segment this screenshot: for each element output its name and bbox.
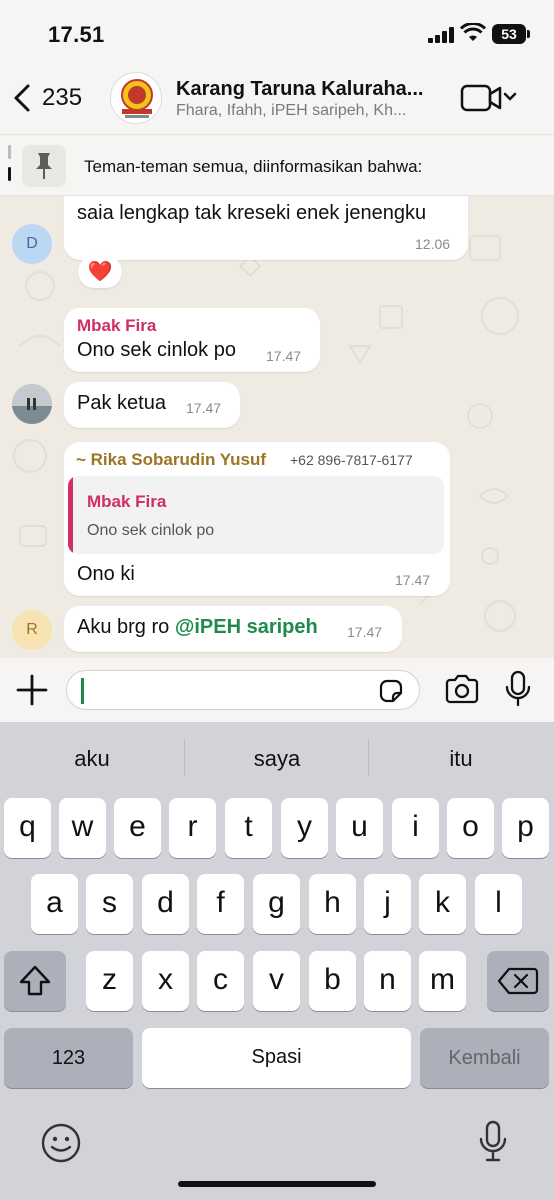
key-r[interactable]: r [169, 798, 216, 858]
key-m[interactable]: m [419, 951, 466, 1011]
group-title[interactable]: Karang Taruna Kaluraha... [176, 78, 436, 101]
group-logo-icon [121, 79, 153, 118]
emoji-icon[interactable] [40, 1122, 82, 1164]
key-d[interactable]: d [142, 874, 189, 934]
battery-icon: 53 [492, 24, 530, 44]
key-f[interactable]: f [197, 874, 244, 934]
backspace-key[interactable] [487, 951, 549, 1011]
quoted-text: Ono sek cinlok po [87, 522, 215, 539]
heart-reaction-icon[interactable]: ❤️ [78, 256, 122, 288]
wifi-icon [460, 23, 486, 41]
shift-icon [19, 965, 51, 996]
key-q[interactable]: q [4, 798, 51, 858]
key-l[interactable]: l [475, 874, 522, 934]
key-a[interactable]: a [31, 874, 78, 934]
key-w[interactable]: w [59, 798, 106, 858]
suggestion-2[interactable]: saya [185, 746, 369, 772]
backspace-icon [497, 967, 539, 995]
keyboard: aku saya itu q w e r t y u i o p a s d f… [0, 722, 554, 1200]
message-time: 17.47 [395, 572, 431, 588]
message-time: 12.06 [415, 236, 451, 252]
microphone-icon[interactable] [504, 670, 532, 708]
message-time: 17.47 [186, 400, 222, 416]
attach-plus-button[interactable] [14, 672, 50, 708]
message-text-prefix: Aku brg ro [77, 616, 175, 638]
key-b[interactable]: b [309, 951, 356, 1011]
message-bubble[interactable]: Pak ketua 17.47 [64, 382, 240, 428]
chat-area[interactable]: D saia lengkap tak kreseki enek jenengku… [0, 196, 554, 658]
numbers-key[interactable]: 123 [4, 1028, 133, 1088]
text-caret [81, 678, 84, 704]
chevron-left-icon [14, 84, 30, 112]
key-u[interactable]: u [336, 798, 383, 858]
key-t[interactable]: t [225, 798, 272, 858]
dictation-mic-icon[interactable] [478, 1120, 508, 1164]
key-n[interactable]: n [364, 951, 411, 1011]
shift-key[interactable] [4, 951, 66, 1011]
message-input[interactable] [66, 670, 420, 710]
quoted-sender: Mbak Fira [87, 492, 167, 511]
chat-header: 235 Karang Taruna Kaluraha... Fhara, Ifa… [0, 64, 554, 134]
message-bubble[interactable]: Mbak Fira Ono sek cinlok po 17.47 [64, 308, 320, 372]
group-avatar[interactable] [110, 72, 162, 124]
message-input-bar [0, 658, 554, 722]
unread-count: 235 [42, 84, 83, 111]
sender-name[interactable]: Mbak Fira [77, 316, 156, 336]
signal-icon [428, 27, 456, 43]
avatar[interactable]: R [12, 610, 52, 650]
pinned-indicator [8, 145, 11, 187]
key-g[interactable]: g [253, 874, 300, 934]
avatar[interactable] [12, 384, 52, 424]
sticker-icon[interactable] [377, 677, 405, 705]
message-text: Ono sek cinlok po [77, 339, 236, 361]
key-s[interactable]: s [86, 874, 133, 934]
avatar[interactable]: D [12, 224, 52, 264]
key-h[interactable]: h [309, 874, 356, 934]
home-indicator [178, 1181, 376, 1187]
camera-icon[interactable] [444, 674, 480, 704]
key-i[interactable]: i [392, 798, 439, 858]
key-x[interactable]: x [142, 951, 189, 1011]
key-v[interactable]: v [253, 951, 300, 1011]
quote-bar [68, 476, 73, 554]
key-j[interactable]: j [364, 874, 411, 934]
sender-phone: +62 896-7817-6177 [290, 452, 413, 468]
key-k[interactable]: k [419, 874, 466, 934]
suggestion-bar: aku saya itu [0, 722, 554, 794]
pinned-message[interactable]: Teman-teman semua, diinformasikan bahwa: [0, 134, 554, 196]
key-e[interactable]: e [114, 798, 161, 858]
message-text: Ono ki [77, 563, 135, 585]
key-c[interactable]: c [197, 951, 244, 1011]
quoted-message[interactable]: Mbak Fira Ono sek cinlok po [68, 476, 444, 554]
return-key[interactable]: Kembali [420, 1028, 549, 1088]
suggestion-3[interactable]: itu [369, 746, 553, 772]
message-time: 17.47 [266, 348, 302, 364]
key-y[interactable]: y [281, 798, 328, 858]
key-o[interactable]: o [447, 798, 494, 858]
status-time: 17.51 [48, 22, 105, 47]
pin-icon [22, 145, 66, 187]
video-call-button[interactable] [458, 82, 520, 114]
message-bubble[interactable]: saia lengkap tak kreseki enek jenengku 1… [64, 196, 468, 260]
back-button[interactable]: 235 [10, 78, 82, 118]
message-bubble[interactable]: Aku brg ro @iPEH saripeh 17.47 [64, 606, 402, 652]
status-bar: 17.51 53 [0, 0, 554, 64]
key-z[interactable]: z [86, 951, 133, 1011]
message-time: 17.47 [347, 624, 383, 640]
message-text: Aku brg ro @iPEH saripeh [77, 616, 318, 639]
group-members: Fhara, Ifahh, iPEH saripeh, Kh... [176, 102, 407, 119]
message-text: saia lengkap tak kreseki enek jenengku [77, 202, 427, 224]
key-p[interactable]: p [502, 798, 549, 858]
message-text: Pak ketua [77, 392, 166, 414]
suggestion-1[interactable]: aku [0, 746, 184, 772]
pinned-text: Teman-teman semua, diinformasikan bahwa: [84, 157, 423, 176]
space-key[interactable]: Spasi [142, 1028, 411, 1088]
sender-name[interactable]: ~ Rika Sobarudin Yusuf [76, 450, 266, 470]
mention-link[interactable]: @iPEH saripeh [175, 616, 318, 638]
